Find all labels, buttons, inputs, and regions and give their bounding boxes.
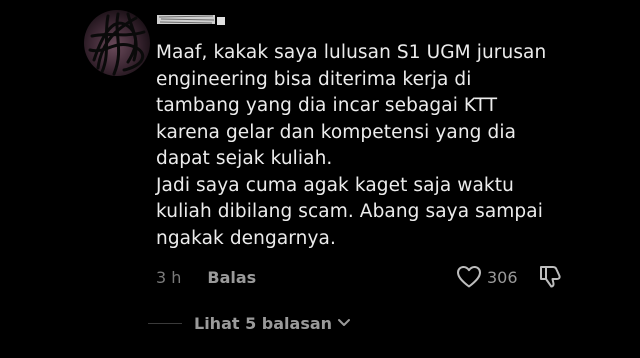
comment-body: Maaf, kakak saya lulusan S1 UGM jurusan … xyxy=(156,42,547,249)
replies-divider xyxy=(148,322,182,324)
like-button[interactable]: 306 xyxy=(456,264,518,290)
reply-button[interactable]: Balas xyxy=(207,268,256,287)
heart-icon xyxy=(457,266,481,288)
comment-item: Maaf, kakak saya lulusan S1 UGM jurusan … xyxy=(0,0,640,358)
like-count: 306 xyxy=(487,267,518,287)
dislike-button[interactable] xyxy=(538,263,564,289)
avatar-scribble-icon xyxy=(88,12,146,76)
thumbs-down-icon xyxy=(540,266,561,288)
view-replies-label: Lihat 5 balasan xyxy=(194,313,333,333)
comment-meta: 3 h Balas xyxy=(156,266,256,288)
avatar[interactable] xyxy=(84,10,150,76)
comment-timestamp: 3 h xyxy=(156,267,182,287)
view-replies-button[interactable]: Lihat 5 balasan xyxy=(148,312,351,334)
username-redacted[interactable] xyxy=(157,12,227,28)
chevron-down-icon xyxy=(338,319,351,326)
